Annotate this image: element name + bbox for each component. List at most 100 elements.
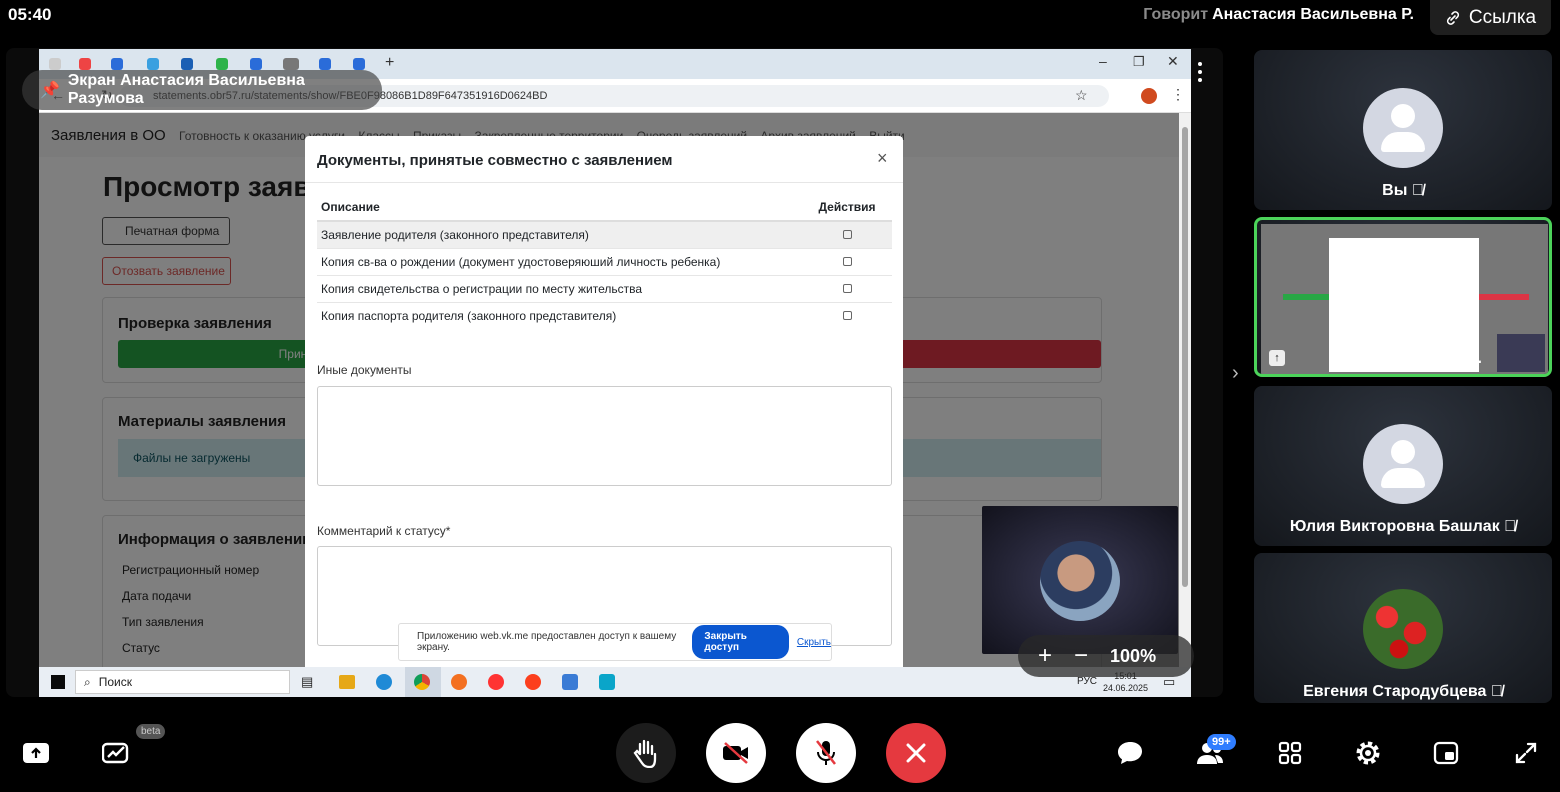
document-checkbox[interactable] <box>842 230 852 239</box>
pinned-screen-text: Экран Анастасия Васильевна Разумова <box>67 72 305 107</box>
participant-tile[interactable]: Вы 🎙̸ <box>1254 50 1552 210</box>
table-row: Заявление родителя (законного представит… <box>317 220 892 249</box>
zoom-control: + − 100% <box>1018 635 1194 677</box>
document-name: Копия свидетельства о регистрации по мес… <box>317 275 802 303</box>
zoom-level: 100% <box>1110 645 1157 666</box>
tab-icon[interactable] <box>111 58 123 70</box>
picture-in-picture-icon <box>1433 741 1459 765</box>
self-view-pip[interactable] <box>982 506 1178 654</box>
copy-link-button[interactable]: Ссылка <box>1430 0 1551 35</box>
share-banner-text: Приложению web.vk.me предоставлен доступ… <box>417 631 677 653</box>
edge-icon[interactable] <box>376 674 392 690</box>
start-icon[interactable] <box>51 675 65 689</box>
raise-hand-button[interactable] <box>616 723 676 783</box>
settings-button[interactable] <box>1350 735 1386 771</box>
tab-list-icon[interactable] <box>49 58 61 70</box>
chat-icon <box>1118 742 1142 764</box>
mini-reject-bar <box>1479 294 1529 300</box>
modal-title: Документы, принятые совместно с заявлени… <box>317 152 673 169</box>
col-description: Описание <box>317 194 802 222</box>
documents-modal: Документы, принятые совместно с заявлени… <box>305 136 903 676</box>
yandex-icon[interactable] <box>525 674 541 690</box>
minimize-icon[interactable]: – <box>1099 53 1107 69</box>
call-controls: beta 99+ <box>0 697 1560 792</box>
bookmark-star-icon[interactable]: ☆ <box>1075 87 1088 104</box>
screen-share-icon: ↑ <box>1269 350 1285 366</box>
taskbar-search[interactable]: ⌕ Поиск <box>75 670 290 694</box>
avatar-placeholder <box>1363 424 1443 504</box>
document-checkbox[interactable] <box>842 311 852 320</box>
tab-icon[interactable] <box>216 58 228 70</box>
stage-more-icon[interactable] <box>1192 62 1208 92</box>
restore-icon[interactable]: ❐ <box>1133 54 1145 70</box>
pinned-screen-label[interactable]: 📌 Экран Анастасия Васильевна Разумова <box>22 70 382 110</box>
language-indicator[interactable]: РУС <box>1077 676 1097 687</box>
chevron-right-icon[interactable]: › <box>1232 362 1239 385</box>
stop-sharing-button[interactable]: Закрыть доступ <box>692 625 789 659</box>
speaking-label: Говорит <box>1143 6 1209 23</box>
file-explorer-icon[interactable] <box>339 675 355 689</box>
firefox-icon[interactable] <box>451 674 467 690</box>
pip-avatar <box>1040 541 1120 621</box>
participant-name: Юлия Викторовна Башлак 🎙̸ <box>1289 518 1517 535</box>
avatar-roses <box>1363 589 1443 669</box>
task-view-icon[interactable]: ▤ <box>301 674 313 690</box>
document-name: Копия паспорта родителя (законного предс… <box>317 302 802 329</box>
screen-share-banner: Приложению web.vk.me предоставлен доступ… <box>398 623 832 661</box>
hide-banner-link[interactable]: Скрыть <box>797 637 831 648</box>
fullscreen-button[interactable] <box>1508 735 1544 771</box>
participant-name: Анастасия Васил… <box>1329 350 1483 367</box>
active-speaker: Говорит Анастасия Васильевна Р. <box>1143 6 1414 24</box>
link-icon <box>1446 10 1459 25</box>
tab-icon[interactable] <box>147 58 159 70</box>
vk-calls-icon[interactable] <box>599 674 615 690</box>
tab-icon[interactable] <box>250 58 262 70</box>
document-checkbox[interactable] <box>842 284 852 293</box>
tab-icon[interactable] <box>319 58 331 70</box>
tab-icon[interactable] <box>181 58 193 70</box>
share-screen-button[interactable] <box>18 735 54 771</box>
participant-tile-sharing[interactable]: ↑ Анастасия Васил… <box>1254 217 1552 377</box>
pin-icon: 📌 <box>40 82 60 99</box>
avatar-placeholder <box>1363 88 1443 168</box>
other-docs-label: Иные документы <box>317 363 412 377</box>
zoom-in-button[interactable]: + <box>1038 642 1052 670</box>
mini-accept-bar <box>1283 294 1329 300</box>
mic-muted-icon: 🎙̸ <box>1504 518 1517 535</box>
other-docs-textarea[interactable] <box>317 386 892 486</box>
tab-icon[interactable] <box>79 58 91 70</box>
layout-grid-button[interactable] <box>1272 735 1308 771</box>
profile-avatar[interactable] <box>1141 88 1157 104</box>
participants-count-badge: 99+ <box>1207 734 1236 750</box>
draw-button[interactable] <box>98 735 134 771</box>
table-header: Описание Действия <box>317 194 892 222</box>
close-icon <box>906 743 926 763</box>
os-taskbar: ⌕ Поиск ▤ РУС 15:01 24.06.2025 ▭ <box>39 667 1191 697</box>
scrollbar-thumb[interactable] <box>1182 127 1188 587</box>
participant-tile[interactable]: Юлия Викторовна Башлак 🎙̸ <box>1254 386 1552 546</box>
tray-date: 24.06.2025 <box>1103 683 1149 693</box>
clock: 05:40 <box>8 5 52 24</box>
chat-button[interactable] <box>1112 735 1148 771</box>
end-call-button[interactable] <box>886 723 946 783</box>
modal-close-button[interactable]: × <box>877 148 888 169</box>
page-scrollbar[interactable] <box>1179 113 1191 667</box>
tab-active-icon[interactable] <box>283 58 299 70</box>
grid-icon <box>1278 741 1302 765</box>
pip-mode-button[interactable] <box>1428 735 1464 771</box>
document-name: Заявление родителя (законного представит… <box>317 220 802 249</box>
expand-icon <box>1515 742 1537 764</box>
document-checkbox[interactable] <box>842 257 852 266</box>
close-window-icon[interactable]: ✕ <box>1167 53 1179 70</box>
camera-toggle-button[interactable] <box>706 723 766 783</box>
chrome-icon <box>414 674 430 690</box>
browser-menu-icon[interactable]: ⋮ <box>1171 86 1185 103</box>
participant-tile[interactable]: Евгения Стародубцева 🎙̸ <box>1254 553 1552 703</box>
zoom-out-button[interactable]: − <box>1074 642 1088 670</box>
yandex-browser-icon[interactable] <box>488 674 504 690</box>
app-icon[interactable] <box>562 674 578 690</box>
table-row: Копия паспорта родителя (законного предс… <box>317 302 892 329</box>
tab-icon[interactable] <box>353 58 365 70</box>
new-tab-icon[interactable]: + <box>385 54 394 72</box>
mic-toggle-button[interactable] <box>796 723 856 783</box>
